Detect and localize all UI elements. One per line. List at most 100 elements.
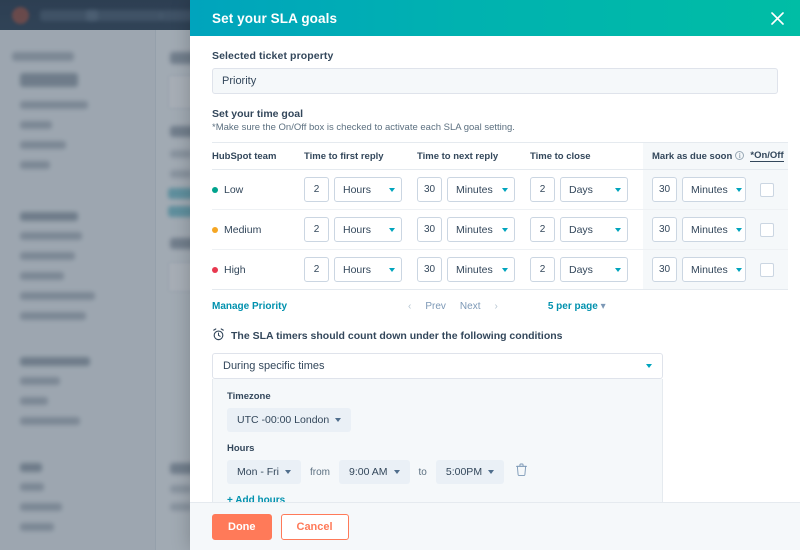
cell-team: High xyxy=(212,250,304,290)
to-time-select[interactable]: 5:00PM xyxy=(435,460,505,485)
column-header-first-reply: Time to first reply xyxy=(304,142,417,171)
cell-on-off xyxy=(746,169,788,211)
next-reply-unit-select[interactable]: Minutes xyxy=(447,257,515,283)
days-value: Mon - Fri xyxy=(237,466,279,479)
chevron-down-icon xyxy=(393,470,400,475)
from-label: from xyxy=(310,466,330,478)
priority-dot-icon xyxy=(212,186,218,193)
cell-on-off xyxy=(746,249,788,290)
chevron-down-icon xyxy=(389,187,395,192)
next-reply-amount-input[interactable] xyxy=(417,177,442,203)
cell-team: Low xyxy=(212,169,304,211)
to-time-value: 5:00PM xyxy=(445,466,483,479)
column-header-team: HubSpot team xyxy=(212,142,304,171)
column-header-on-off: *On/Off xyxy=(746,142,788,171)
info-icon[interactable]: i xyxy=(735,150,745,160)
due-soon-amount-input[interactable] xyxy=(652,257,677,283)
column-header-close: Time to close xyxy=(530,142,643,171)
cell-next-reply: Minutes xyxy=(417,169,530,211)
time-goal-note: *Make sure the On/Off box is checked to … xyxy=(212,122,515,133)
chevron-down-icon xyxy=(735,187,742,192)
conditions-select[interactable]: During specific times xyxy=(212,353,663,380)
chevron-down-icon xyxy=(502,227,508,232)
team-label: High xyxy=(224,263,246,276)
first-reply-unit-select[interactable]: Hours xyxy=(334,217,402,243)
modal-footer: Done Cancel xyxy=(190,502,800,550)
per-page-select[interactable]: 5 per page ▾ xyxy=(548,301,606,312)
due-soon-unit-select[interactable]: Minutes xyxy=(682,177,746,203)
sla-goals-table: HubSpot team Time to first reply Time to… xyxy=(212,142,788,291)
cancel-button[interactable]: Cancel xyxy=(280,513,349,540)
on-off-checkbox[interactable] xyxy=(760,182,774,197)
next-reply-amount-input[interactable] xyxy=(417,257,442,283)
team-label: Low xyxy=(224,183,244,196)
column-header-due-soon: Mark as due soon i xyxy=(643,142,746,171)
first-reply-amount-input[interactable] xyxy=(304,217,329,243)
first-reply-unit-select[interactable]: Hours xyxy=(334,177,402,203)
close-icon[interactable] xyxy=(768,9,786,27)
due-soon-unit-select[interactable]: Minutes xyxy=(682,257,746,283)
timezone-label: Timezone xyxy=(227,391,271,403)
close-amount-input[interactable] xyxy=(530,217,555,243)
column-header-due-soon-label: Mark as due soon xyxy=(652,150,733,162)
team-label: Medium xyxy=(224,223,262,236)
chevron-down-icon: ▾ xyxy=(600,300,606,312)
manage-priority-link[interactable]: Manage Priority xyxy=(212,301,408,312)
trash-icon[interactable] xyxy=(515,463,528,481)
due-soon-amount-input[interactable] xyxy=(652,177,677,203)
selected-property-input[interactable]: Priority xyxy=(212,68,778,94)
cell-close: Days xyxy=(530,209,643,251)
conditions-panel: Timezone UTC -00:00 London Hours Mon - F… xyxy=(212,379,663,502)
on-off-checkbox[interactable] xyxy=(760,222,774,237)
pagination-controls: ‹ Prev Next › xyxy=(408,301,498,312)
close-amount-input[interactable] xyxy=(530,257,555,283)
done-button[interactable]: Done xyxy=(212,513,272,540)
prev-arrow-icon[interactable]: ‹ xyxy=(408,301,411,312)
close-unit-select[interactable]: Days xyxy=(560,217,628,243)
modal-body: Selected ticket property Priority Set yo… xyxy=(190,36,800,502)
cell-due-soon: Minutes xyxy=(643,169,746,211)
timezone-value: UTC -00:00 London xyxy=(237,414,330,427)
chevron-down-icon xyxy=(389,227,395,232)
cell-next-reply: Minutes xyxy=(417,209,530,251)
priority-dot-icon xyxy=(212,266,218,273)
priority-dot-icon xyxy=(212,226,218,233)
next-reply-unit-select[interactable]: Minutes xyxy=(447,217,515,243)
next-reply-amount-input[interactable] xyxy=(417,217,442,243)
time-goal-heading: Set your time goal xyxy=(212,108,304,120)
from-time-select[interactable]: 9:00 AM xyxy=(339,460,410,485)
next-reply-unit-select[interactable]: Minutes xyxy=(447,177,515,203)
chevron-down-icon xyxy=(285,470,291,475)
first-reply-amount-input[interactable] xyxy=(304,257,329,283)
from-time-value: 9:00 AM xyxy=(349,466,388,479)
chevron-down-icon xyxy=(615,267,621,272)
days-select[interactable]: Mon - Fri xyxy=(227,460,301,485)
close-amount-input[interactable] xyxy=(530,177,555,203)
chevron-down-icon xyxy=(646,364,652,369)
due-soon-amount-input[interactable] xyxy=(652,217,677,243)
next-arrow-icon[interactable]: › xyxy=(494,301,497,312)
close-unit-select[interactable]: Days xyxy=(560,177,628,203)
cell-team: Medium xyxy=(212,209,304,251)
conditions-select-value: During specific times xyxy=(223,360,325,373)
selected-property-label: Selected ticket property xyxy=(212,50,334,62)
modal-title: Set your SLA goals xyxy=(212,10,338,26)
due-soon-unit-select[interactable]: Minutes xyxy=(682,217,746,243)
hours-row: Mon - Fri from 9:00 AM to 5:00PM xyxy=(227,460,648,485)
chevron-down-icon xyxy=(488,470,495,475)
prev-page-button[interactable]: Prev xyxy=(425,301,446,312)
conditions-heading: The SLA timers should count down under t… xyxy=(212,328,778,344)
chevron-down-icon xyxy=(502,267,508,272)
chevron-down-icon xyxy=(615,227,621,232)
chevron-down-icon xyxy=(502,187,508,192)
next-page-button[interactable]: Next xyxy=(460,301,481,312)
timezone-select[interactable]: UTC -00:00 London xyxy=(227,408,352,433)
first-reply-unit-select[interactable]: Hours xyxy=(334,257,402,283)
table-header-row: HubSpot team Time to first reply Time to… xyxy=(212,142,788,171)
first-reply-amount-input[interactable] xyxy=(304,177,329,203)
on-off-checkbox[interactable] xyxy=(760,262,774,277)
conditions-heading-text: The SLA timers should count down under t… xyxy=(231,330,563,343)
hours-label: Hours xyxy=(227,443,255,455)
sla-goals-modal: Set your SLA goals Selected ticket prope… xyxy=(190,0,800,550)
close-unit-select[interactable]: Days xyxy=(560,257,628,283)
